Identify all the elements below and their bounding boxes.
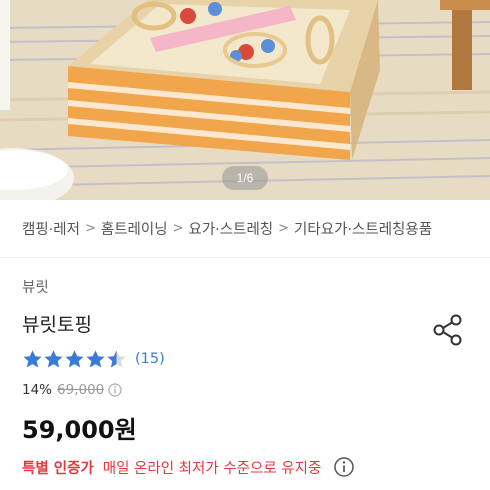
review-count-link[interactable]: (15) (135, 351, 165, 367)
special-price-row: 특별 인증가 매일 온라인 최저가 수준으로 유지중 (22, 456, 355, 478)
info-icon[interactable] (333, 456, 355, 478)
original-price: 69,000 (57, 382, 105, 398)
share-icon[interactable] (430, 312, 466, 348)
discount-rate: 14% (22, 382, 53, 398)
info-icon[interactable] (108, 383, 122, 397)
special-price-description: 매일 온라인 최저가 수준으로 유지중 (102, 460, 322, 477)
star-icon (64, 349, 85, 370)
breadcrumb-item-other-yoga[interactable]: 기타요가·스트레칭용품 (294, 218, 432, 239)
chevron-right-icon: > (278, 221, 290, 236)
breadcrumb-item-yoga-stretching[interactable]: 요가·스트레칭 (188, 218, 273, 239)
star-icon (43, 349, 64, 370)
breadcrumb-item-camping[interactable]: 캠핑·레저 (22, 218, 80, 239)
special-price-badge: 특별 인증가 (22, 460, 94, 477)
star-rating (22, 349, 127, 370)
star-icon (22, 349, 43, 370)
star-icon (106, 349, 127, 370)
chevron-right-icon: > (172, 221, 184, 236)
rating-row: (15) (22, 346, 165, 372)
breadcrumb-item-home-training[interactable]: 홈트레이닝 (101, 218, 168, 239)
product-title: 뷰릿토핑 (22, 314, 92, 336)
chevron-right-icon: > (84, 221, 96, 236)
sale-price: 59,000원 (22, 416, 137, 444)
product-image[interactable]: 1/6 (0, 0, 490, 200)
brand-name[interactable]: 뷰릿 (22, 276, 49, 297)
discount-row: 14% 69,000 (22, 382, 122, 398)
star-icon (85, 349, 106, 370)
image-page-indicator: 1/6 (222, 166, 268, 190)
breadcrumb: 캠핑·레저 > 홈트레이닝 > 요가·스트레칭 > 기타요가·스트레칭용품 (0, 200, 490, 258)
